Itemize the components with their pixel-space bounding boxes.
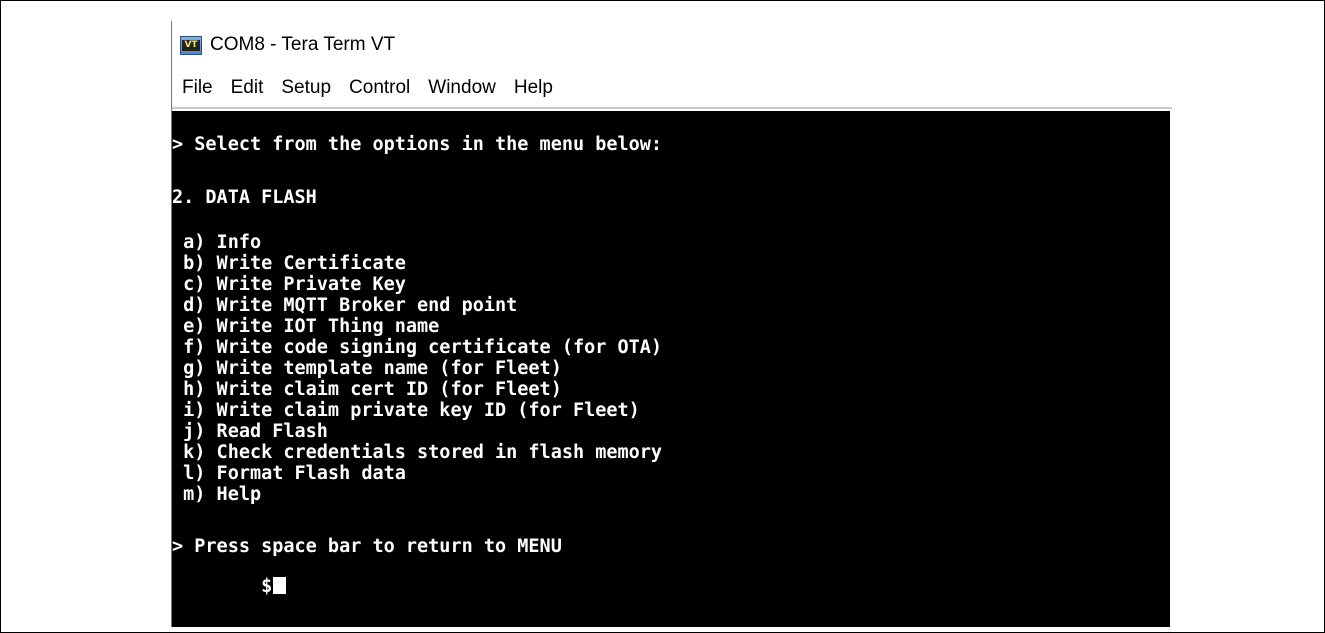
window-title: COM8 - Tera Term VT: [210, 34, 396, 55]
menu-option: j) Read Flash: [172, 421, 328, 442]
menu-option: l) Format Flash data: [172, 463, 406, 484]
title-bar[interactable]: VT COM8 - Tera Term VT: [172, 21, 1172, 69]
menu-option: g) Write template name (for Fleet): [172, 358, 562, 379]
menu-help[interactable]: Help: [506, 77, 561, 99]
terminal-section-title: 2. DATA FLASH: [172, 187, 317, 208]
menu-option: h) Write claim cert ID (for Fleet): [172, 379, 562, 400]
tera-term-window: VT COM8 - Tera Term VT File Edit Setup C…: [171, 21, 1172, 627]
menu-option: c) Write Private Key: [172, 274, 406, 295]
menu-edit[interactable]: Edit: [223, 77, 272, 99]
menu-option: e) Write IOT Thing name: [172, 316, 440, 337]
terminal-input-line[interactable]: $: [172, 557, 287, 597]
menu-file[interactable]: File: [174, 77, 221, 99]
terminal-return-line: > Press space bar to return to MENU: [172, 536, 562, 557]
menu-option: b) Write Certificate: [172, 253, 406, 274]
menu-window[interactable]: Window: [420, 77, 504, 99]
figure-frame: VT COM8 - Tera Term VT File Edit Setup C…: [0, 0, 1325, 633]
menu-option: m) Help: [172, 484, 262, 505]
terminal-screen[interactable]: > Select from the options in the menu be…: [172, 111, 1170, 627]
text-cursor: [273, 577, 287, 594]
menu-setup[interactable]: Setup: [273, 77, 339, 99]
menu-option: d) Write MQTT Broker end point: [172, 295, 518, 316]
menu-bar: File Edit Setup Control Window Help: [172, 69, 1172, 109]
terminal-prompt-line: > Select from the options in the menu be…: [172, 134, 663, 155]
menu-option: f) Write code signing certificate (for O…: [172, 337, 663, 358]
menu-option: k) Check credentials stored in flash mem…: [172, 442, 663, 463]
menu-option: a) Info: [172, 232, 262, 253]
menu-option: i) Write claim private key ID (for Fleet…: [172, 400, 640, 421]
input-prompt: $: [261, 576, 273, 597]
menu-control[interactable]: Control: [341, 77, 418, 99]
tera-term-vt-icon: VT: [180, 35, 202, 55]
